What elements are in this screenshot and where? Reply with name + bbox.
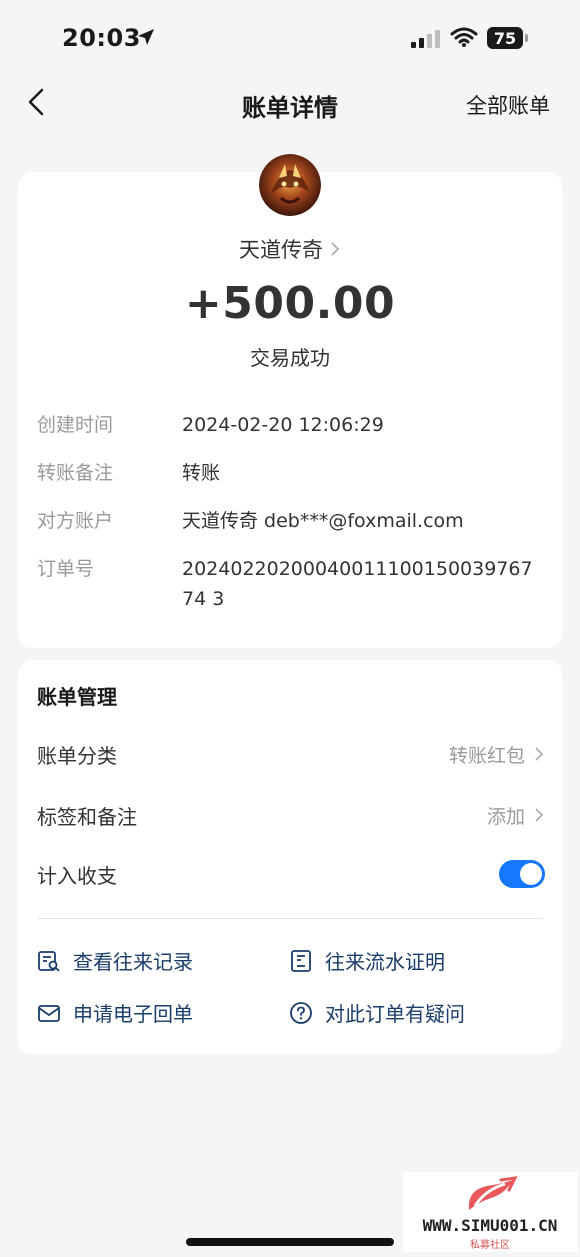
order-question-label: 对此订单有疑问 [325, 1002, 465, 1026]
tags-notes-value: 添加 [486, 805, 525, 828]
location-arrow-icon [138, 29, 154, 45]
bill-detail-card: 天道传奇 +500.00 交易成功 创建时间 2024-02-20 12:06:… [18, 154, 562, 648]
wifi-icon [450, 27, 478, 47]
include-in-stats-row: 计入收支 [37, 854, 545, 894]
transaction-status: 交易成功 [250, 346, 330, 370]
info-value: 天道传奇 deb***@foxmail.com [182, 510, 464, 532]
bill-category-value-wrap: 转账红包 [449, 741, 545, 768]
tags-notes-row[interactable]: 标签和备注 添加 [37, 795, 545, 835]
info-label: 转账备注 [37, 462, 114, 484]
divider [37, 918, 543, 919]
order-question-button[interactable]: 对此订单有疑问 [289, 998, 465, 1027]
info-label: 创建时间 [37, 414, 114, 436]
status-bar: 20:03 75 [0, 0, 580, 70]
watermark: WWW.SIMU001.CN 私募社区 [403, 1172, 577, 1252]
bill-management-card: 账单管理 账单分类 转账红包 标签和备注 添加 计入收支 查看往来记录 往来流水… [18, 660, 562, 1054]
tags-notes-value-wrap: 添加 [487, 802, 545, 829]
view-records-label: 查看往来记录 [73, 950, 193, 974]
amount: +500.00 [184, 278, 396, 329]
home-indicator[interactable] [186, 1238, 394, 1246]
bill-category-label: 账单分类 [37, 743, 117, 768]
nav-bar: 账单详情 全部账单 [0, 70, 580, 134]
payee-name: 天道传奇 [239, 238, 323, 262]
info-label: 订单号 [37, 558, 95, 580]
status-time: 20:03 [62, 24, 141, 52]
question-circle-icon [290, 1001, 312, 1024]
avatar[interactable] [259, 154, 321, 216]
all-bills-link[interactable]: 全部账单 [466, 90, 550, 120]
info-label: 对方账户 [37, 510, 114, 532]
info-value: 2024-02-20 12:06:29 [182, 414, 384, 436]
battery-tip [525, 34, 528, 42]
info-value: 转账 [182, 462, 221, 484]
watermark-subtext: 私募社区 [470, 1240, 510, 1251]
tags-notes-label: 标签和备注 [37, 804, 137, 829]
bill-category-row[interactable]: 账单分类 转账红包 [37, 734, 545, 774]
mail-icon [38, 1004, 60, 1022]
record-search-icon [38, 950, 60, 972]
include-in-stats-toggle[interactable] [499, 860, 545, 888]
chevron-right-icon [331, 242, 340, 256]
e-receipt-label: 申请电子回单 [73, 1002, 193, 1026]
watermark-text: WWW.SIMU001.CN [422, 1216, 558, 1235]
section-title: 账单管理 [37, 685, 117, 709]
chevron-right-icon [535, 747, 544, 761]
e-receipt-button[interactable]: 申请电子回单 [37, 998, 193, 1027]
include-in-stats-label: 计入收支 [37, 863, 117, 888]
chevron-right-icon [535, 808, 544, 822]
view-records-button[interactable]: 查看往来记录 [37, 946, 193, 975]
bill-category-value: 转账红包 [448, 744, 525, 767]
battery-icon: 75 [487, 27, 523, 49]
payee-row[interactable]: 天道传奇 [18, 234, 562, 264]
signal-icon [411, 30, 440, 48]
info-value: 2024022020004001110015003976774 3 [182, 558, 533, 610]
battery-level: 75 [493, 28, 517, 48]
statement-proof-button[interactable]: 往来流水证明 [289, 946, 445, 975]
toggle-knob [520, 863, 542, 885]
statement-proof-label: 往来流水证明 [325, 950, 445, 974]
statement-icon [291, 949, 311, 972]
watermark-logo [468, 1176, 518, 1210]
